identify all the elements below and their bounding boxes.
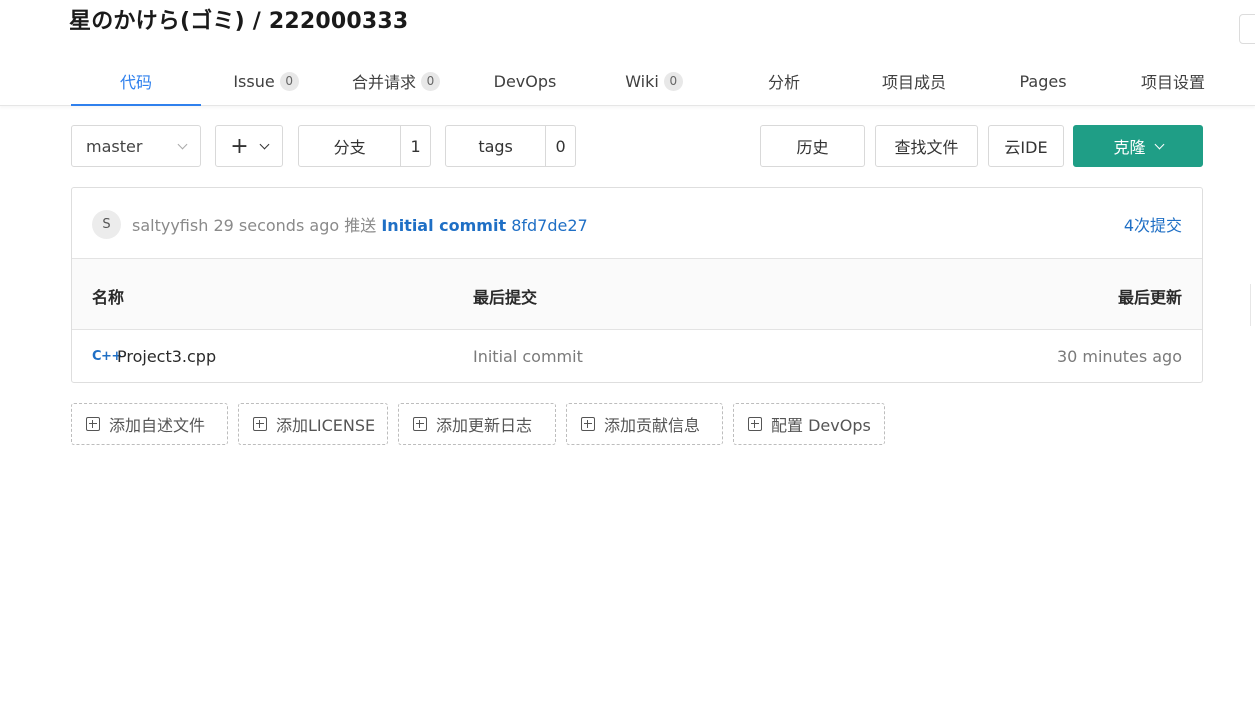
tab-devops[interactable]: DevOps [461,56,589,106]
tab-label: Issue [233,71,275,91]
tags-button[interactable]: tags 0 [445,125,576,167]
tab-label: Wiki [625,71,659,91]
tab-label: 代码 [119,73,152,92]
tab-code[interactable]: 代码 [71,56,201,106]
commit-hash-link[interactable]: 8fd7de27 [511,216,588,235]
tab-label: Pages [1019,71,1067,91]
add-changelog-button[interactable]: 添加更新日志 [398,403,556,445]
tab-issue[interactable]: Issue 0 [201,56,331,106]
action-label: 配置 DevOps [771,416,871,435]
file-updated-time: 30 minutes ago [1056,347,1182,366]
branches-label: 分支 [333,138,366,157]
tab-merge-requests[interactable]: 合并请求 0 [331,56,461,106]
tab-label: 合并请求 [351,73,416,92]
tab-label: 项目设置 [1140,73,1205,92]
count-badge: 0 [421,71,440,91]
action-label: 添加LICENSE [276,416,376,435]
file-browser-panel: S saltyyfish 29 seconds ago 推送 Initial c… [71,187,1203,383]
clone-label: 克隆 [1113,138,1146,157]
action-label: 添加贡献信息 [604,416,701,435]
commit-time: 29 seconds ago [213,216,340,235]
history-button[interactable]: 历史 [760,125,865,167]
corner-control[interactable] [1239,14,1255,44]
branches-count: 1 [400,126,430,166]
commit-action: 推送 [344,216,377,235]
tab-wiki[interactable]: Wiki 0 [589,56,719,106]
commit-message-link[interactable]: Initial commit [381,216,506,235]
clone-button[interactable]: 克隆 [1073,125,1203,167]
chevron-down-icon [259,139,270,149]
plus-square-icon [748,417,762,431]
tab-members[interactable]: 项目成员 [849,56,979,106]
configure-devops-button[interactable]: 配置 DevOps [733,403,885,445]
column-header-last-update: 最后更新 [1117,288,1182,307]
avatar[interactable]: S [92,210,121,239]
action-label: 添加自述文件 [109,416,206,435]
plus-square-icon [581,417,595,431]
commit-author[interactable]: saltyyfish [132,216,208,235]
side-handle[interactable] [1250,284,1255,326]
file-commit-message[interactable]: Initial commit [473,347,583,366]
add-dropdown-button[interactable]: + [215,125,283,167]
plus-square-icon [253,417,267,431]
tab-pages[interactable]: Pages [979,56,1107,106]
branch-name: master [86,136,143,156]
table-row[interactable]: C++ Project3.cpp Initial commit 30 minut… [72,330,1202,383]
commit-summary: saltyyfish 29 seconds ago 推送 Initial com… [132,212,588,236]
plus-icon: + [230,133,249,159]
repo-title: 星のかけら(ゴミ) / 222000333 [69,9,409,34]
find-file-button[interactable]: 查找文件 [875,125,978,167]
tab-label: DevOps [493,71,557,91]
commit-count-link[interactable]: 4次提交 [1124,212,1182,236]
action-label: 添加更新日志 [436,416,533,435]
tags-label: tags [478,136,513,156]
tags-count: 0 [545,126,575,166]
repo-tab-bar: 代码 Issue 0 合并请求 0 DevOps Wiki 0 分析 项目成员 … [0,56,1255,106]
chevron-down-icon [177,139,188,149]
count-badge: 0 [663,71,683,91]
table-header: 名称 最后提交 最后更新 [72,259,1202,330]
column-header-name: 名称 [92,288,125,307]
tab-analytics[interactable]: 分析 [719,56,849,106]
file-name-link[interactable]: Project3.cpp [117,347,216,366]
cloud-ide-button[interactable]: 云IDE [988,125,1064,167]
add-license-button[interactable]: 添加LICENSE [238,403,388,445]
branches-button[interactable]: 分支 1 [298,125,431,167]
last-commit-bar: S saltyyfish 29 seconds ago 推送 Initial c… [72,188,1202,259]
chevron-down-icon [1154,139,1164,149]
add-readme-button[interactable]: 添加自述文件 [71,403,228,445]
add-contributing-button[interactable]: 添加贡献信息 [566,403,723,445]
plus-square-icon [86,417,100,431]
tab-label: 项目成员 [881,73,946,92]
plus-square-icon [413,417,427,431]
branch-select[interactable]: master [71,125,201,167]
count-badge: 0 [279,71,299,91]
tab-settings[interactable]: 项目设置 [1108,56,1238,106]
column-header-last-commit: 最后提交 [473,288,538,307]
tab-label: 分析 [767,73,800,92]
